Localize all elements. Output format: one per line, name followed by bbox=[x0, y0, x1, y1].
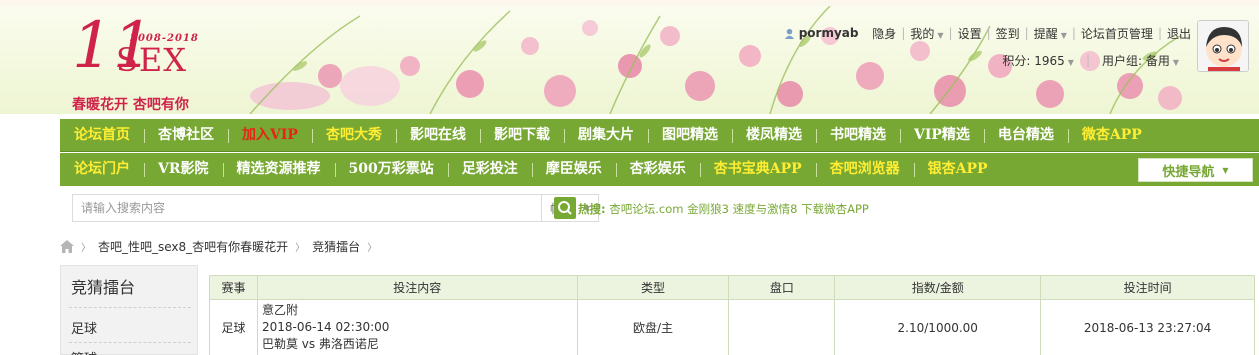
col-odds-amount: 指数/金额 bbox=[834, 275, 1042, 300]
nav-forum-home[interactable]: 论坛首页 bbox=[60, 119, 144, 152]
sidebar: 竞猜擂台 足球 篮球 bbox=[60, 265, 198, 355]
nav-tv-series[interactable]: 剧集大片 bbox=[563, 119, 648, 152]
invisible-link[interactable]: 隐身 bbox=[872, 25, 896, 42]
nav-radio-picks[interactable]: 电台精选 bbox=[983, 119, 1068, 152]
divider bbox=[69, 342, 191, 343]
chevron-right-icon: 〉 bbox=[81, 242, 91, 254]
nav-browser[interactable]: 杏吧浏览器 bbox=[815, 153, 914, 186]
nav-forum-portal[interactable]: 论坛门户 bbox=[60, 153, 144, 186]
nav-xingcai[interactable]: 杏彩娱乐 bbox=[615, 153, 700, 186]
separator: | bbox=[1071, 26, 1076, 40]
search-icon[interactable] bbox=[554, 197, 576, 219]
nav-vr-cinema[interactable]: VR影院 bbox=[144, 153, 223, 186]
table-header-row: 赛事 投注内容 类型 盘口 指数/金额 投注时间 bbox=[209, 275, 1255, 300]
nav-join-vip[interactable]: 加入VIP bbox=[228, 119, 312, 152]
avatar[interactable] bbox=[1197, 20, 1249, 72]
breadcrumb-site[interactable]: 杏吧_性吧_sex8_杏吧有你春暖花开 bbox=[98, 238, 288, 255]
nav-yinxing-app[interactable]: 银杏APP bbox=[913, 153, 1002, 186]
col-content: 投注内容 bbox=[256, 275, 578, 300]
logo-slogan: 春暖花开 杏吧有你 bbox=[72, 97, 189, 113]
divider bbox=[69, 307, 191, 308]
main-nav: 论坛首页 杏博社区 加入VIP 杏吧大秀 影吧在线 影吧下载 剧集大片 图吧精选… bbox=[60, 119, 1259, 152]
portal-admin-link[interactable]: 论坛首页管理 bbox=[1081, 25, 1153, 42]
nav-xingba-show[interactable]: 杏吧大秀 bbox=[311, 119, 396, 152]
chevron-down-icon: ▼ bbox=[1060, 30, 1067, 40]
separator: | bbox=[1157, 26, 1162, 40]
cell-type: 欧盘/主 bbox=[576, 299, 730, 355]
match-time: 2018-06-14 02:30:00 bbox=[261, 320, 390, 334]
separator: | bbox=[1024, 26, 1029, 40]
my-menu[interactable]: 我的 ▼ bbox=[910, 25, 943, 42]
sidebar-item-basketball[interactable]: 篮球 bbox=[71, 348, 97, 355]
hot-label: 热搜: bbox=[578, 202, 606, 216]
nav-weixing-app[interactable]: 微杏APP bbox=[1067, 119, 1156, 152]
separator: | bbox=[901, 26, 906, 40]
col-handicap: 盘口 bbox=[728, 275, 836, 300]
user-stats: 积分: 1965 ▼ | 用户组: 备用 ▼ bbox=[1002, 52, 1179, 68]
chevron-down-icon: ▼ bbox=[937, 30, 944, 40]
breadcrumb-current[interactable]: 竞猜擂台 bbox=[312, 238, 360, 255]
nav-photo-picks[interactable]: 图吧精选 bbox=[647, 119, 732, 152]
cell-handicap bbox=[728, 299, 836, 355]
chevron-right-icon: 〉 bbox=[295, 242, 306, 254]
bets-table: 赛事 投注内容 类型 盘口 指数/金额 投注时间 足球 意乙附 2018-06-… bbox=[209, 275, 1255, 355]
logout-link[interactable]: 退出 bbox=[1167, 25, 1191, 42]
settings-link[interactable]: 设置 bbox=[958, 25, 982, 42]
quick-nav-label: 快捷导航 bbox=[1162, 164, 1215, 180]
nav-recommended[interactable]: 精选资源推荐 bbox=[222, 153, 335, 186]
cell-content: 意乙附 2018-06-14 02:30:00 巴勒莫 vs 弗洛西诺尼 bbox=[256, 299, 578, 355]
sidebar-title: 竞猜擂台 bbox=[71, 278, 136, 297]
chevron-down-icon: ▼ bbox=[1222, 165, 1229, 175]
cell-odds-amount: 2.10/1000.00 bbox=[834, 299, 1042, 355]
search-bar: 请输入搜索内容 帖子 ▼ 热搜: 杏吧论坛.com 金刚狼3 速度与激情8 下载… bbox=[60, 190, 1259, 226]
table-row: 足球 意乙附 2018-06-14 02:30:00 巴勒莫 vs 弗洛西诺尼 … bbox=[209, 299, 1255, 355]
breadcrumb: 〉 杏吧_性吧_sex8_杏吧有你春暖花开 〉 竞猜擂台 〉 bbox=[60, 237, 384, 255]
nav-loufeng-picks[interactable]: 楼凤精选 bbox=[731, 119, 816, 152]
user-toolbar: pormyab 隐身 | 我的 ▼ | 设置 | 签到 | 提醒 ▼ | 论坛首页管… bbox=[784, 24, 1191, 42]
username-link[interactable]: pormyab bbox=[799, 26, 859, 40]
search-input[interactable]: 请输入搜索内容 bbox=[72, 194, 542, 222]
separator bbox=[863, 26, 867, 40]
secondary-nav: 论坛门户 VR影院 精选资源推荐 500万彩票站 足彩投注 摩臣娱乐 杏彩娱乐 … bbox=[60, 153, 1259, 186]
points-menu[interactable]: 积分: 1965 ▼ bbox=[1002, 52, 1074, 69]
home-icon[interactable] bbox=[60, 239, 74, 253]
site-header: 11 2008-2018 SEX 春暖花开 杏吧有你 pormyab 隐身 | … bbox=[0, 6, 1259, 114]
cell-bet-time: 2018-06-13 23:27:04 bbox=[1040, 299, 1255, 355]
separator: | bbox=[986, 26, 991, 40]
chevron-down-icon: ▼ bbox=[1067, 57, 1074, 67]
site-logo[interactable]: 11 2008-2018 SEX 春暖花开 杏吧有你 bbox=[70, 14, 240, 114]
col-bet-time: 投注时间 bbox=[1040, 275, 1255, 300]
checkin-link[interactable]: 签到 bbox=[996, 25, 1020, 42]
separator: | bbox=[1085, 53, 1090, 67]
nav-mochen[interactable]: 摩臣娱乐 bbox=[531, 153, 616, 186]
match-teams: 巴勒莫 vs 弗洛西诺尼 bbox=[261, 337, 379, 351]
chevron-right-icon: 〉 bbox=[367, 242, 378, 254]
nav-online-video[interactable]: 影吧在线 bbox=[395, 119, 480, 152]
separator: | bbox=[948, 26, 953, 40]
match-league: 意乙附 bbox=[261, 303, 298, 317]
chevron-down-icon: ▼ bbox=[1172, 57, 1179, 67]
nav-book-app[interactable]: 杏书宝典APP bbox=[699, 153, 816, 186]
cell-event: 足球 bbox=[209, 299, 258, 355]
col-event: 赛事 bbox=[209, 275, 258, 300]
col-type: 类型 bbox=[576, 275, 730, 300]
usergroup-menu[interactable]: 用户组: 备用 ▼ bbox=[1102, 52, 1179, 69]
nav-vip-picks[interactable]: VIP精选 bbox=[899, 119, 984, 152]
hot-searches: 热搜: 杏吧论坛.com 金刚狼3 速度与激情8 下载微杏APP bbox=[578, 201, 869, 217]
quick-nav-button[interactable]: 快捷导航 ▼ bbox=[1138, 158, 1253, 182]
avatar-image bbox=[1198, 21, 1248, 71]
sidebar-item-football[interactable]: 足球 bbox=[71, 318, 97, 337]
nav-video-download[interactable]: 影吧下载 bbox=[479, 119, 564, 152]
hot-words[interactable]: 杏吧论坛.com 金刚狼3 速度与激情8 下载微杏APP bbox=[609, 202, 869, 216]
nav-football-bet[interactable]: 足彩投注 bbox=[447, 153, 532, 186]
user-icon bbox=[784, 28, 794, 39]
nav-lottery[interactable]: 500万彩票站 bbox=[334, 153, 448, 186]
logo-sex: SEX bbox=[116, 41, 188, 79]
nav-xingbo-community[interactable]: 杏博社区 bbox=[144, 119, 228, 152]
notification-menu[interactable]: 提醒 ▼ bbox=[1034, 25, 1067, 42]
nav-book-picks[interactable]: 书吧精选 bbox=[815, 119, 900, 152]
